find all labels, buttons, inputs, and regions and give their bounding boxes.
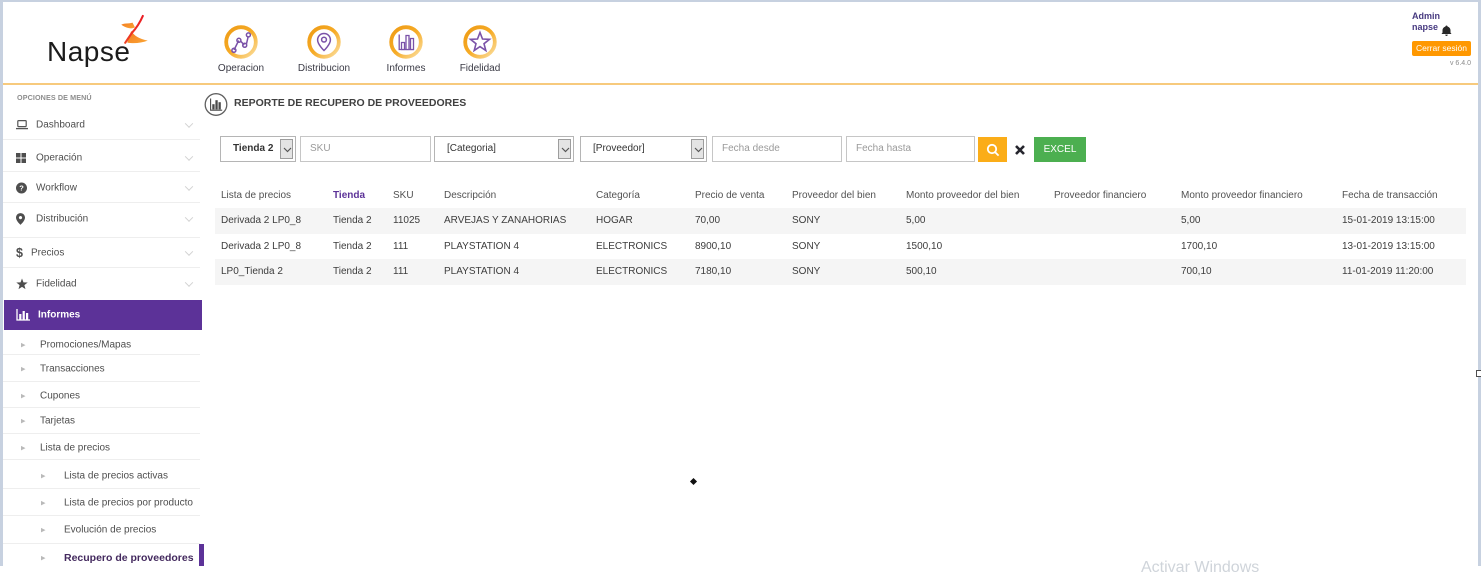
svg-text:?: ?	[19, 184, 24, 193]
